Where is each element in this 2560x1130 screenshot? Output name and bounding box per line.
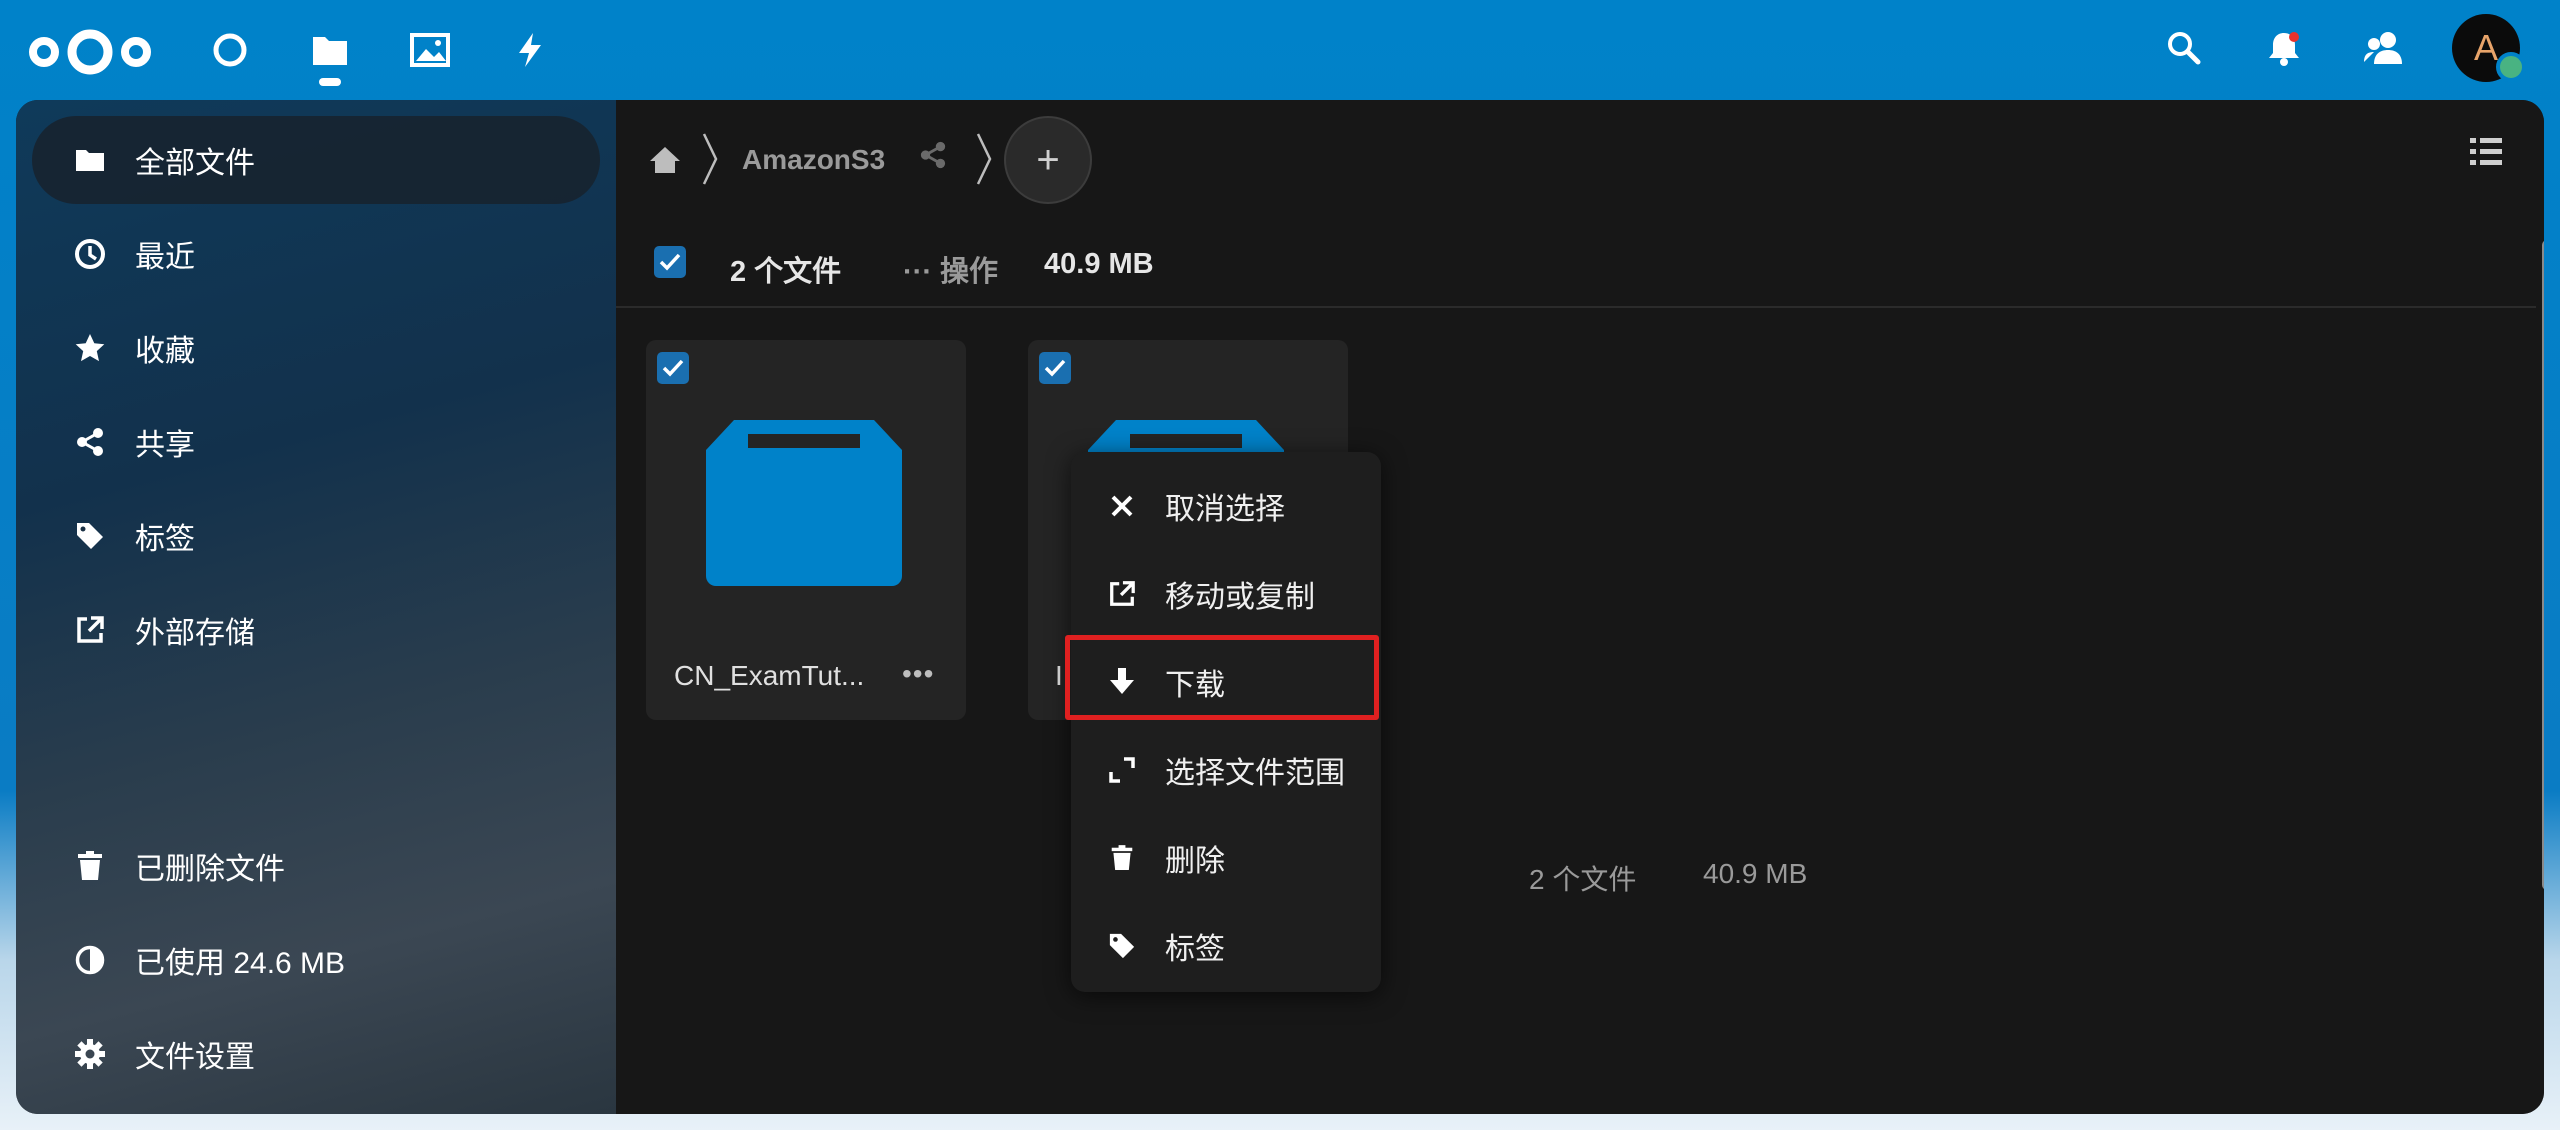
- folder-icon: [706, 420, 902, 586]
- tag-icon: [1105, 929, 1139, 963]
- menu-item-deselect[interactable]: 取消选择: [1071, 462, 1381, 550]
- sidebar-item-label: 外部存储: [135, 617, 255, 650]
- sidebar-item-favorites[interactable]: 收藏: [32, 304, 600, 392]
- dashboard-icon[interactable]: [208, 28, 252, 72]
- user-avatar[interactable]: A: [2452, 14, 2526, 82]
- share-icon: [72, 424, 108, 460]
- menu-item-label: 删除: [1165, 845, 1225, 878]
- storage-quota[interactable]: 已使用 24.6 MB: [32, 920, 600, 1000]
- sidebar-item-label: 最近: [135, 241, 195, 274]
- trash-icon: [1105, 841, 1139, 875]
- gear-icon: [72, 1036, 108, 1072]
- star-icon: [72, 330, 108, 366]
- breadcrumb-separator-icon: [702, 133, 718, 185]
- more-icon[interactable]: •••: [902, 658, 934, 690]
- tag-icon: [72, 518, 108, 554]
- sidebar-item-label: 已使用 24.6 MB: [135, 947, 346, 980]
- sidebar-item-recent[interactable]: 最近: [32, 210, 600, 298]
- contacts-icon[interactable]: [2362, 26, 2406, 70]
- sidebar-item-deleted-files[interactable]: 已删除文件: [32, 826, 600, 906]
- sidebar: 全部文件 最近 收藏 共享 标签 外部存储 已删除文件 已使用 24.6 MB …: [16, 100, 616, 1114]
- close-icon: [1105, 489, 1139, 523]
- pie-chart-icon: [72, 942, 108, 978]
- view-toggle-icon[interactable]: [2468, 134, 2504, 170]
- search-icon[interactable]: [2162, 26, 2206, 70]
- selection-count: 2 个文件: [730, 256, 842, 288]
- file-checkbox[interactable]: [657, 352, 689, 384]
- photos-icon[interactable]: [408, 28, 452, 72]
- menu-item-tags[interactable]: 标签: [1071, 902, 1381, 990]
- sidebar-item-external-storage[interactable]: 外部存储: [32, 586, 600, 674]
- move-copy-icon: [1105, 577, 1139, 611]
- file-checkbox[interactable]: [1039, 352, 1071, 384]
- more-icon: ···: [903, 256, 941, 288]
- files-icon[interactable]: [308, 28, 352, 72]
- sidebar-item-tags[interactable]: 标签: [32, 492, 600, 580]
- menu-item-label: 取消选择: [1165, 493, 1285, 526]
- nextcloud-logo[interactable]: [28, 24, 152, 80]
- select-all-checkbox[interactable]: [654, 246, 686, 278]
- sidebar-item-label: 收藏: [135, 335, 195, 368]
- sidebar-item-label: 共享: [135, 429, 195, 462]
- divider: [616, 306, 2536, 308]
- context-menu: 取消选择 移动或复制 下载 选择文件范围 删除 标签: [1071, 452, 1381, 992]
- sidebar-item-shares[interactable]: 共享: [32, 398, 600, 486]
- new-button[interactable]: +: [1004, 116, 1092, 204]
- online-status-icon: [2496, 52, 2526, 82]
- menu-item-label: 选择文件范围: [1165, 757, 1345, 790]
- download-highlight-box: [1065, 635, 1379, 720]
- actions-label: 操作: [940, 256, 999, 288]
- menu-item-select-range[interactable]: 选择文件范围: [1071, 726, 1381, 814]
- clock-icon: [72, 236, 108, 272]
- home-icon[interactable]: [645, 140, 685, 180]
- summary-count: 2 个文件: [1529, 864, 1637, 895]
- file-tile[interactable]: CN_ExamTut... •••: [646, 340, 966, 720]
- sidebar-item-label: 全部文件: [135, 147, 255, 180]
- file-name[interactable]: I: [1055, 660, 1063, 692]
- actions-menu-button[interactable]: ··· 操作: [903, 248, 998, 290]
- trash-icon: [72, 848, 108, 884]
- avatar-letter: A: [2473, 27, 2498, 68]
- top-bar: A: [0, 0, 2560, 100]
- menu-item-delete[interactable]: 删除: [1071, 814, 1381, 902]
- active-app-indicator: [319, 78, 341, 86]
- menu-item-label: 移动或复制: [1165, 581, 1315, 614]
- summary-size: 40.9 MB: [1703, 858, 1808, 889]
- share-icon[interactable]: [916, 138, 950, 172]
- file-name[interactable]: CN_ExamTut...: [674, 660, 864, 692]
- activity-icon[interactable]: [508, 28, 552, 72]
- sidebar-item-label: 文件设置: [135, 1041, 255, 1074]
- sidebar-item-all-files[interactable]: 全部文件: [32, 116, 600, 204]
- sidebar-item-label: 已删除文件: [135, 853, 285, 886]
- external-link-icon: [72, 612, 108, 648]
- notifications-icon[interactable]: [2262, 26, 2306, 70]
- menu-item-move-copy[interactable]: 移动或复制: [1071, 550, 1381, 638]
- selection-size: 40.9 MB: [1044, 248, 1154, 280]
- menu-item-label: 标签: [1165, 933, 1225, 966]
- files-content: AmazonS3 + 2 个文件 ··· 操作 40.9 MB CN_ExamT…: [616, 100, 2544, 1114]
- breadcrumb-separator-icon: [976, 133, 992, 185]
- sidebar-item-file-settings[interactable]: 文件设置: [32, 1014, 600, 1094]
- scrollbar[interactable]: [2542, 240, 2544, 890]
- select-range-icon: [1105, 753, 1139, 787]
- folder-icon: [72, 142, 108, 178]
- sidebar-item-label: 标签: [135, 523, 195, 556]
- breadcrumb-folder[interactable]: AmazonS3: [742, 144, 885, 176]
